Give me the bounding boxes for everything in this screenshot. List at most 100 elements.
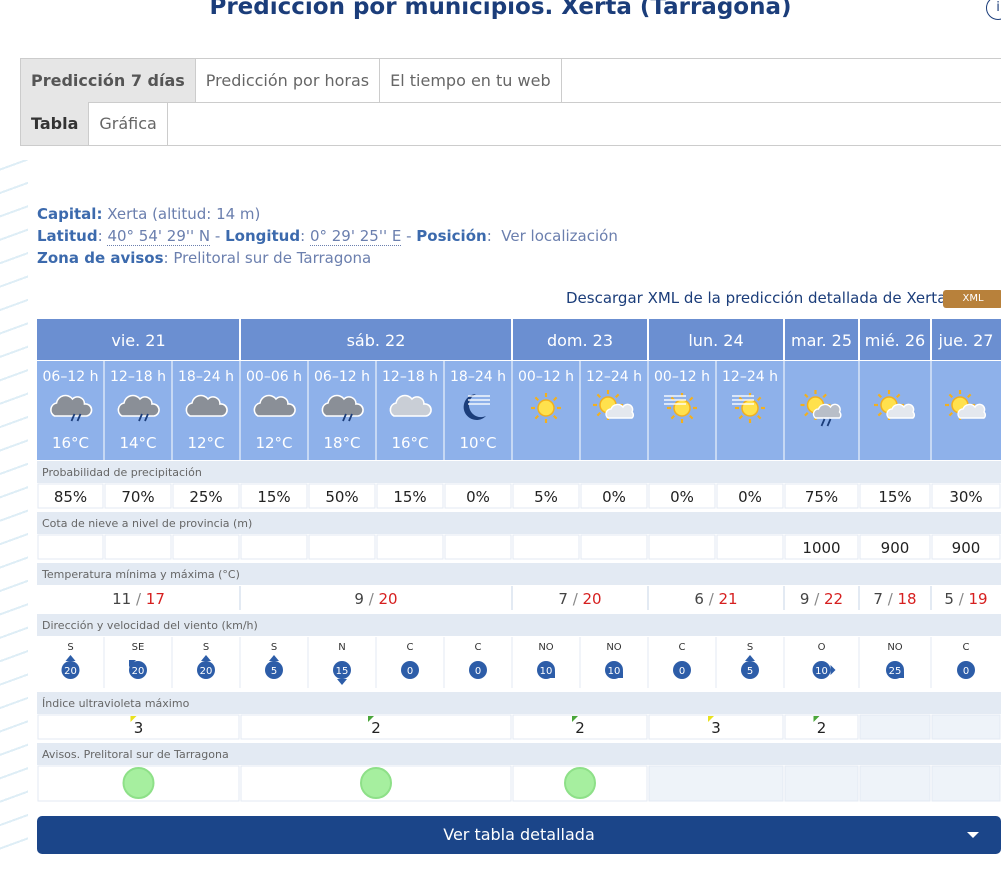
temp-day-4: 9 / 22 [800, 590, 843, 608]
wind-speed-7: 10 [540, 666, 553, 677]
alert-cell [931, 765, 1001, 802]
alert-green-icon [122, 767, 155, 799]
temp-min: 11 [112, 590, 136, 608]
period-temp-1: 14°C [119, 434, 156, 452]
wind-speed-10: 5 [747, 666, 753, 677]
temp-max: 21 [719, 590, 738, 608]
uv-value-4: 2 [817, 719, 827, 737]
section-label-alerts: Avisos. Prelitoral sur de Tarragona [42, 748, 229, 761]
temp-sep: / [814, 590, 824, 608]
precip-value-3: 15% [257, 488, 290, 506]
wind-dir-5: C [407, 642, 414, 653]
day-header-bar [37, 319, 1001, 360]
wind-speed-2: 20 [200, 666, 213, 677]
temp-sep: / [888, 590, 898, 608]
day-header-5: mié. 26 [865, 331, 925, 350]
snow-cell [716, 534, 784, 560]
temp-min: 5 [944, 590, 958, 608]
day-header-6: jue. 27 [938, 331, 994, 350]
period-label-1: 12–18 h [110, 369, 166, 385]
uv-value-3: 3 [711, 719, 721, 737]
temp-min: 9 [800, 590, 814, 608]
wind-speed-3: 5 [271, 666, 277, 677]
ver-tabla-detallada-button[interactable]: Ver tabla detallada [37, 816, 1001, 854]
wind-dir-9: C [679, 642, 686, 653]
temp-max: 20 [379, 590, 398, 608]
temp-min: 6 [694, 590, 708, 608]
wind-dir-4: N [338, 642, 345, 653]
temp-sep: / [136, 590, 146, 608]
section-label-snow: Cota de nieve a nivel de provincia (m) [42, 517, 252, 530]
day-header-0: vie. 21 [111, 331, 165, 350]
uv-cell [859, 714, 931, 740]
uv-value-1: 2 [371, 719, 381, 737]
section-label-precip: Probabilidad de precipitación [42, 466, 202, 479]
temp-max: 17 [146, 590, 165, 608]
temp-max: 18 [898, 590, 917, 608]
temp-min: 7 [558, 590, 572, 608]
snow-cell [104, 534, 172, 560]
period-label-8: 12–24 h [586, 369, 642, 385]
sun-disc [741, 399, 759, 417]
period-temp-3: 12°C [255, 434, 292, 452]
temp-max: 19 [969, 590, 988, 608]
precip-value-7: 5% [534, 488, 558, 506]
temp-sep: / [709, 590, 719, 608]
period-label-3: 00–06 h [246, 369, 302, 385]
uv-cell [931, 714, 1001, 740]
precip-value-6: 0% [466, 488, 490, 506]
wind-speed-13: 0 [963, 666, 969, 677]
wind-speed-12: 25 [889, 666, 902, 677]
wind-dir-7: NO [538, 642, 553, 653]
period-temp-0: 16°C [52, 434, 89, 452]
snow-cell [240, 534, 308, 560]
uv-value-2: 2 [575, 719, 585, 737]
section-label-uv: Índice ultravioleta máximo [42, 697, 190, 710]
period-label-4: 06–12 h [314, 369, 370, 385]
ver-tabla-detallada-label: Ver tabla detallada [443, 825, 595, 844]
precip-value-9: 0% [670, 488, 694, 506]
alert-cell [859, 765, 931, 802]
precip-value-5: 15% [393, 488, 426, 506]
wind-speed-6: 0 [475, 666, 481, 677]
wind-dir-10: S [747, 642, 753, 653]
snow-cell [444, 534, 512, 560]
precip-value-13: 30% [949, 488, 982, 506]
wind-row-bg [37, 637, 1001, 688]
precip-value-4: 50% [325, 488, 358, 506]
temp-sep: / [959, 590, 969, 608]
wind-dir-11: O [818, 642, 826, 653]
alert-green-icon [360, 767, 392, 799]
period-temp-2: 12°C [187, 434, 224, 452]
wind-speed-1: 20 [132, 666, 145, 677]
snow-value-13: 900 [952, 539, 981, 557]
wind-dir-8: NO [606, 642, 621, 653]
period-temp-5: 16°C [391, 434, 428, 452]
snow-value-12: 900 [881, 539, 910, 557]
sun-disc [537, 399, 555, 417]
precip-value-11: 75% [805, 488, 838, 506]
precip-value-12: 15% [878, 488, 911, 506]
temp-min: 9 [354, 590, 368, 608]
wind-dir-2: S [203, 642, 209, 653]
temp-sep: / [573, 590, 583, 608]
wind-speed-5: 0 [407, 666, 413, 677]
temp-row-bg [37, 586, 1001, 610]
period-label-0: 06–12 h [43, 369, 99, 385]
precip-value-8: 0% [602, 488, 626, 506]
chevron-down-icon [967, 832, 979, 838]
wind-speed-8: 10 [608, 666, 621, 677]
temp-day-6: 5 / 19 [944, 590, 987, 608]
section-label-temp: Temperatura mínima y máxima (°C) [41, 568, 240, 581]
snow-cell [580, 534, 648, 560]
temp-day-2: 7 / 20 [558, 590, 601, 608]
day-header-2: dom. 23 [547, 331, 613, 350]
day-header-4: mar. 25 [791, 331, 852, 350]
wind-dir-0: S [67, 642, 73, 653]
wind-speed-9: 0 [679, 666, 685, 677]
temp-max: 22 [824, 590, 843, 608]
section-label-wind: Dirección y velocidad del viento (km/h) [42, 619, 258, 632]
period-label-7: 00–12 h [518, 369, 574, 385]
period-label-5: 12–18 h [382, 369, 438, 385]
period-temp-4: 18°C [323, 434, 360, 452]
